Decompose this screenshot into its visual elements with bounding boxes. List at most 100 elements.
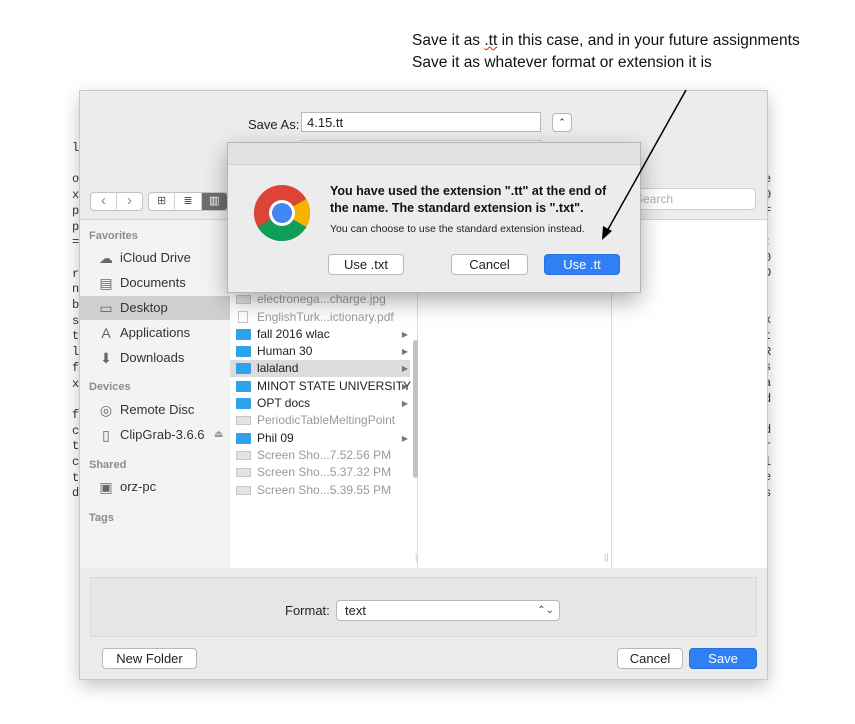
folder-icon [236, 398, 251, 409]
chevron-right-icon: ▶ [401, 347, 408, 357]
annotation-extension: .tt [484, 32, 498, 49]
file-name: PeriodicTableMeltingPoint [257, 413, 396, 428]
use-tt-button[interactable]: Use .tt [544, 254, 620, 275]
applications-icon: A [101, 325, 111, 341]
column-resize-handle[interactable]: || [604, 552, 609, 562]
sidebar-item-icloud-drive[interactable]: ☁ iCloud Drive [80, 246, 230, 270]
alert-cancel-button[interactable]: Cancel [451, 254, 528, 275]
folder-icon [236, 432, 251, 444]
devices-header: Devices [89, 381, 131, 393]
file-row[interactable]: electronega...charge.jpg [230, 291, 410, 308]
image-file-icon [236, 468, 251, 478]
annotation-line-1-prefix: Save it as [412, 32, 485, 49]
file-row[interactable]: fall 2016 wlac ▶ [230, 326, 410, 343]
sidebar-item-documents[interactable]: ▤ Documents [80, 271, 230, 295]
file-name: Screen Sho...5.37.32 PM [257, 465, 392, 480]
sidebar-item-clipgrab[interactable]: ▯ ClipGrab-3.6.6 ⏏ [80, 423, 230, 447]
file-name: Screen Sho...7.52.56 PM [257, 447, 392, 462]
file-row[interactable]: Screen Sho...7.52.56 PM [230, 447, 410, 464]
file-row[interactable]: OPT docs ▶ [230, 395, 410, 412]
sidebar-item-downloads[interactable]: ⬇ Downloads [80, 346, 230, 370]
disc-icon: ◎ [99, 402, 113, 418]
sidebar-item-label: Applications [120, 325, 191, 340]
folder-icon [236, 346, 251, 358]
sidebar-item-label: Downloads [120, 350, 185, 365]
file-name: lalaland [257, 361, 299, 376]
file-row[interactable]: PeriodicTableMeltingPoint [230, 412, 410, 429]
eject-icon[interactable]: ⏏ [214, 423, 223, 447]
desktop-icon: ▭ [99, 300, 113, 316]
file-row[interactable]: Phil 09 ▶ [230, 430, 410, 447]
folder-icon [236, 328, 251, 340]
alert-info-text: You can choose to use the standard exten… [330, 223, 585, 235]
file-name: Phil 09 [257, 430, 294, 445]
filename-input[interactable]: 4.15.tt [301, 112, 541, 132]
alert-message: You have used the extension ".tt" at the… [330, 184, 607, 215]
save-button[interactable]: Save [689, 648, 757, 669]
file-row[interactable]: Human 30 ▶ [230, 343, 410, 360]
forward-button[interactable]: › [116, 193, 142, 210]
cancel-button[interactable]: Cancel [617, 648, 683, 669]
file-row[interactable]: EnglishTurk...ictionary.pdf [230, 309, 410, 326]
file-row[interactable]: MINOT STATE UNIVERSITY ▶ [230, 378, 412, 395]
file-name: MINOT STATE UNIVERSITY [257, 378, 412, 393]
shared-header: Shared [89, 459, 127, 471]
file-name: EnglishTurk...ictionary.pdf [257, 309, 394, 324]
back-button[interactable]: ‹ [91, 193, 116, 210]
list-view-icon[interactable]: ≣ [174, 193, 200, 210]
file-row[interactable]: lalaland ▶ [230, 360, 410, 378]
image-file-icon [236, 485, 251, 495]
sidebar-item-label: Documents [120, 275, 186, 290]
sidebar-item-label: orz-pc [120, 479, 157, 494]
sidebar-item-remote-disc[interactable]: ◎ Remote Disc [80, 398, 230, 422]
sidebar: Favorites ☁ iCloud Drive ▤ Documents ▭ D… [80, 220, 231, 568]
column-view-icon[interactable]: ▥ [200, 193, 227, 210]
file-row[interactable]: Screen Sho...5.37.32 PM [230, 464, 410, 481]
extension-alert: You have used the extension ".tt" at the… [228, 143, 640, 292]
file-row[interactable]: Screen Sho...5.39.55 PM [230, 482, 410, 499]
sidebar-item-desktop[interactable]: ▭ Desktop [80, 296, 230, 320]
format-label: Format: [285, 603, 330, 618]
folder-icon [236, 380, 251, 392]
background-text-left: l o x p p = r n b s t l f x f c t c t d [72, 141, 80, 501]
annotation-line-1: Save it as .tt in this case, and in your… [412, 30, 800, 52]
chevron-right-icon: ▶ [401, 399, 408, 408]
downloads-icon: ⬇ [100, 350, 112, 366]
documents-icon: ▤ [99, 275, 113, 291]
document-icon [238, 310, 248, 323]
file-name: fall 2016 wlac [257, 326, 330, 341]
image-file-icon [236, 450, 251, 460]
format-value: text [345, 603, 366, 618]
computer-icon: ▣ [99, 479, 113, 495]
save-as-label: Save As: [248, 117, 300, 132]
sidebar-item-label: ClipGrab-3.6.6 [120, 427, 205, 442]
use-txt-button[interactable]: Use .txt [328, 254, 404, 275]
annotation-line-1-suffix: in this case, and in your future assignm… [497, 32, 800, 49]
sidebar-item-orz-pc[interactable]: ▣ orz-pc [80, 475, 230, 499]
chevron-updown-icon: ⌃⌄ [537, 605, 554, 616]
icon-view-icon[interactable]: ⊞ [149, 193, 174, 210]
image-file-icon [236, 416, 251, 426]
folder-icon [236, 363, 251, 375]
file-name: Human 30 [257, 344, 313, 359]
cloud-icon: ☁ [99, 250, 113, 266]
alert-title-strip [228, 143, 640, 165]
sidebar-item-label: iCloud Drive [120, 250, 191, 265]
format-select[interactable]: text ⌃⌄ [336, 600, 560, 621]
annotation-line-2: Save it as whatever format or extension … [412, 54, 712, 71]
search-input[interactable]: Search [620, 188, 756, 210]
file-name: OPT docs [257, 396, 311, 410]
sidebar-item-applications[interactable]: A Applications [80, 321, 230, 345]
chrome-icon [254, 185, 310, 241]
tags-header: Tags [89, 512, 114, 524]
sidebar-item-label: Remote Disc [120, 402, 195, 417]
expand-toggle-button[interactable]: ⌃ [552, 113, 572, 132]
new-folder-button[interactable]: New Folder [102, 648, 197, 669]
navigation-buttons: ‹ › [90, 192, 143, 211]
view-mode-buttons: ⊞ ≣ ▥ [148, 192, 228, 211]
chevron-right-icon: ▶ [401, 329, 408, 339]
chevron-right-icon: ▶ [401, 381, 408, 391]
annotation-text: Save it as .tt in this case, and in your… [412, 30, 800, 74]
drive-icon: ▯ [102, 427, 110, 443]
favorites-header: Favorites [89, 230, 138, 242]
